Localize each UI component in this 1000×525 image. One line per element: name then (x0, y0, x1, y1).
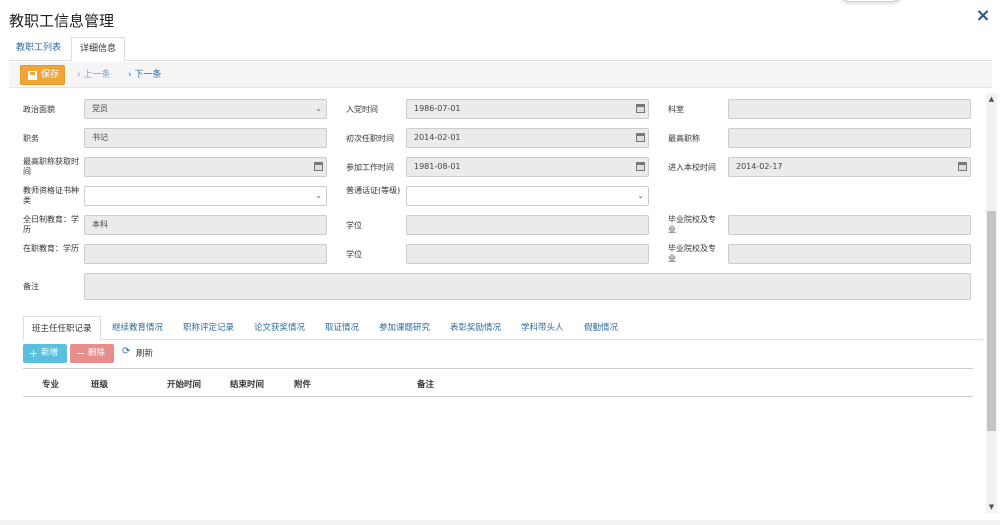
work-start-date-label: 参加工作时间 (346, 163, 394, 172)
tab-honors-awards[interactable]: 表彰奖励情况 (450, 316, 501, 340)
first-appointment-date-field[interactable]: 2014-02-01 (406, 128, 649, 148)
mandarin-cert-select[interactable]: ⌄ (406, 186, 649, 206)
party-join-date-value: 1986-07-01 (414, 104, 461, 113)
next-record-button[interactable]: › 下一条 (128, 68, 161, 82)
chevron-down-icon: ⌄ (315, 104, 322, 113)
inservice-education-field[interactable] (84, 244, 327, 264)
grid-header-divider (23, 396, 973, 397)
add-button-label: 新增 (41, 348, 59, 358)
highest-title-label: 最高职称 (668, 134, 700, 143)
grid-header: 专业 班级 开始时间 结束时间 附件 备注 (23, 378, 973, 396)
tab-certifications[interactable]: 取证情况 (325, 316, 359, 340)
fulltime-degree-label: 学位 (346, 221, 362, 230)
teacher-cert-type-label: 教师资格证书种类 (23, 186, 79, 205)
chevron-down-icon: ⌄ (315, 191, 322, 200)
refresh-button[interactable]: ⟳ 刷新 (122, 346, 154, 359)
prev-record-button[interactable]: ‹ 上一条 (77, 68, 110, 82)
prev-record-label: 上一条 (83, 70, 111, 80)
add-button[interactable]: + 新增 (23, 344, 67, 363)
tab-research-projects[interactable]: 参加课题研究 (379, 316, 430, 340)
bottom-border (0, 520, 1000, 525)
school-entry-date-field[interactable]: 2014-02-17 (728, 157, 971, 177)
calendar-icon[interactable] (636, 162, 645, 171)
fulltime-degree-field[interactable] (406, 215, 649, 235)
school-entry-date-value: 2014-02-17 (736, 162, 783, 171)
inservice-school-major-field[interactable] (728, 244, 971, 264)
grid-column-header: 附件 (294, 380, 312, 390)
party-join-date-field[interactable]: 1986-07-01 (406, 99, 649, 119)
save-icon (28, 71, 37, 80)
scroll-down-icon[interactable]: ▼ (986, 503, 997, 511)
remarks-field[interactable] (84, 273, 971, 300)
tab-head-teacher-records[interactable]: 班主任任职记录 (23, 316, 101, 340)
delete-button-label: 删除 (88, 348, 106, 358)
tab-staff-list[interactable]: 教职工列表 (8, 37, 69, 61)
grid-column-header: 备注 (417, 380, 435, 390)
scrollbar-thumb[interactable] (987, 211, 996, 431)
tab-attendance[interactable]: 假勤情况 (584, 316, 618, 340)
highest-title-date-field[interactable] (84, 157, 327, 177)
position-field[interactable]: 书记 (84, 128, 327, 148)
save-button[interactable]: 保存 (20, 65, 65, 85)
minus-icon: − (76, 347, 86, 360)
refresh-icon: ⟳ (122, 346, 131, 357)
refresh-button-label: 刷新 (136, 349, 154, 359)
fulltime-school-major-label: 毕业院校及专业 (668, 215, 716, 234)
tab-paper-awards[interactable]: 论文获奖情况 (254, 316, 305, 340)
record-tabs: 班主任任职记录 继续教育情况 职称评定记录 论文获奖情况 取证情况 参加课题研究… (23, 316, 983, 340)
grid-column-header: 班级 (91, 380, 109, 390)
political-status-label: 政治面貌 (23, 105, 55, 114)
teacher-cert-type-select[interactable]: ⌄ (84, 186, 327, 206)
work-start-date-field[interactable]: 1981-08-01 (406, 157, 649, 177)
inservice-school-major-label: 毕业院校及专业 (668, 244, 716, 263)
inservice-degree-field[interactable] (406, 244, 649, 264)
dialog-window: 教职工信息管理 × 教职工列表 详细信息 保存 ‹ 上一条 › 下一条 政治面貌… (0, 0, 1000, 525)
fulltime-school-major-field[interactable] (728, 215, 971, 235)
tab-detail-info[interactable]: 详细信息 (71, 37, 126, 61)
detail-form: 政治面貌 党员 ⌄ 入党时间 1986-07-01 科室 职务 书记 初次任职时… (9, 90, 984, 520)
political-status-value: 党员 (92, 104, 108, 113)
first-appointment-date-label: 初次任职时间 (346, 134, 394, 143)
inservice-education-label: 在职教育：学历 (23, 244, 79, 253)
page-title: 教职工信息管理 (9, 12, 115, 30)
toolbar: 保存 ‹ 上一条 › 下一条 (9, 62, 992, 88)
chevron-down-icon: ⌄ (637, 191, 644, 200)
highest-title-date-label: 最高职称获取时间 (23, 157, 79, 176)
school-entry-date-label: 进入本校时间 (668, 163, 716, 172)
tab-subject-leader[interactable]: 学科带头人 (521, 316, 564, 340)
department-label: 科室 (668, 105, 684, 114)
remarks-label: 备注 (23, 282, 39, 291)
first-appointment-date-value: 2014-02-01 (414, 133, 461, 142)
fulltime-education-label: 全日制教育：学历 (23, 215, 79, 234)
fulltime-education-field[interactable]: 本科 (84, 215, 327, 235)
calendar-icon[interactable] (636, 133, 645, 142)
political-status-select[interactable]: 党员 ⌄ (84, 99, 327, 119)
grid-column-header: 开始时间 (167, 380, 202, 390)
mandarin-cert-label: 普通话证(等级) (346, 186, 401, 195)
inservice-degree-label: 学位 (346, 250, 362, 259)
grid-top-divider (23, 368, 973, 369)
calendar-icon[interactable] (958, 162, 967, 171)
tab-continuing-education[interactable]: 继续教育情况 (112, 316, 163, 340)
scroll-up-icon[interactable]: ▲ (986, 95, 997, 103)
grid-column-header: 专业 (42, 380, 60, 390)
close-icon[interactable]: × (972, 5, 994, 27)
plus-icon: + (29, 347, 39, 360)
main-tabs: 教职工列表 详细信息 (8, 37, 992, 61)
tab-title-evaluation[interactable]: 职称评定记录 (183, 316, 234, 340)
highest-title-field[interactable] (728, 128, 971, 148)
delete-button[interactable]: − 删除 (70, 344, 114, 363)
calendar-icon[interactable] (636, 104, 645, 113)
department-field[interactable] (728, 99, 971, 119)
work-start-date-value: 1981-08-01 (414, 162, 461, 171)
position-label: 职务 (23, 134, 39, 143)
save-button-label: 保存 (41, 70, 60, 80)
next-record-label: 下一条 (134, 70, 162, 80)
party-join-date-label: 入党时间 (346, 105, 378, 114)
vertical-scrollbar[interactable]: ▲ ▼ (986, 93, 997, 513)
grid-column-header: 结束时间 (230, 380, 265, 390)
top-decoration (838, 0, 904, 2)
calendar-icon[interactable] (314, 162, 323, 171)
